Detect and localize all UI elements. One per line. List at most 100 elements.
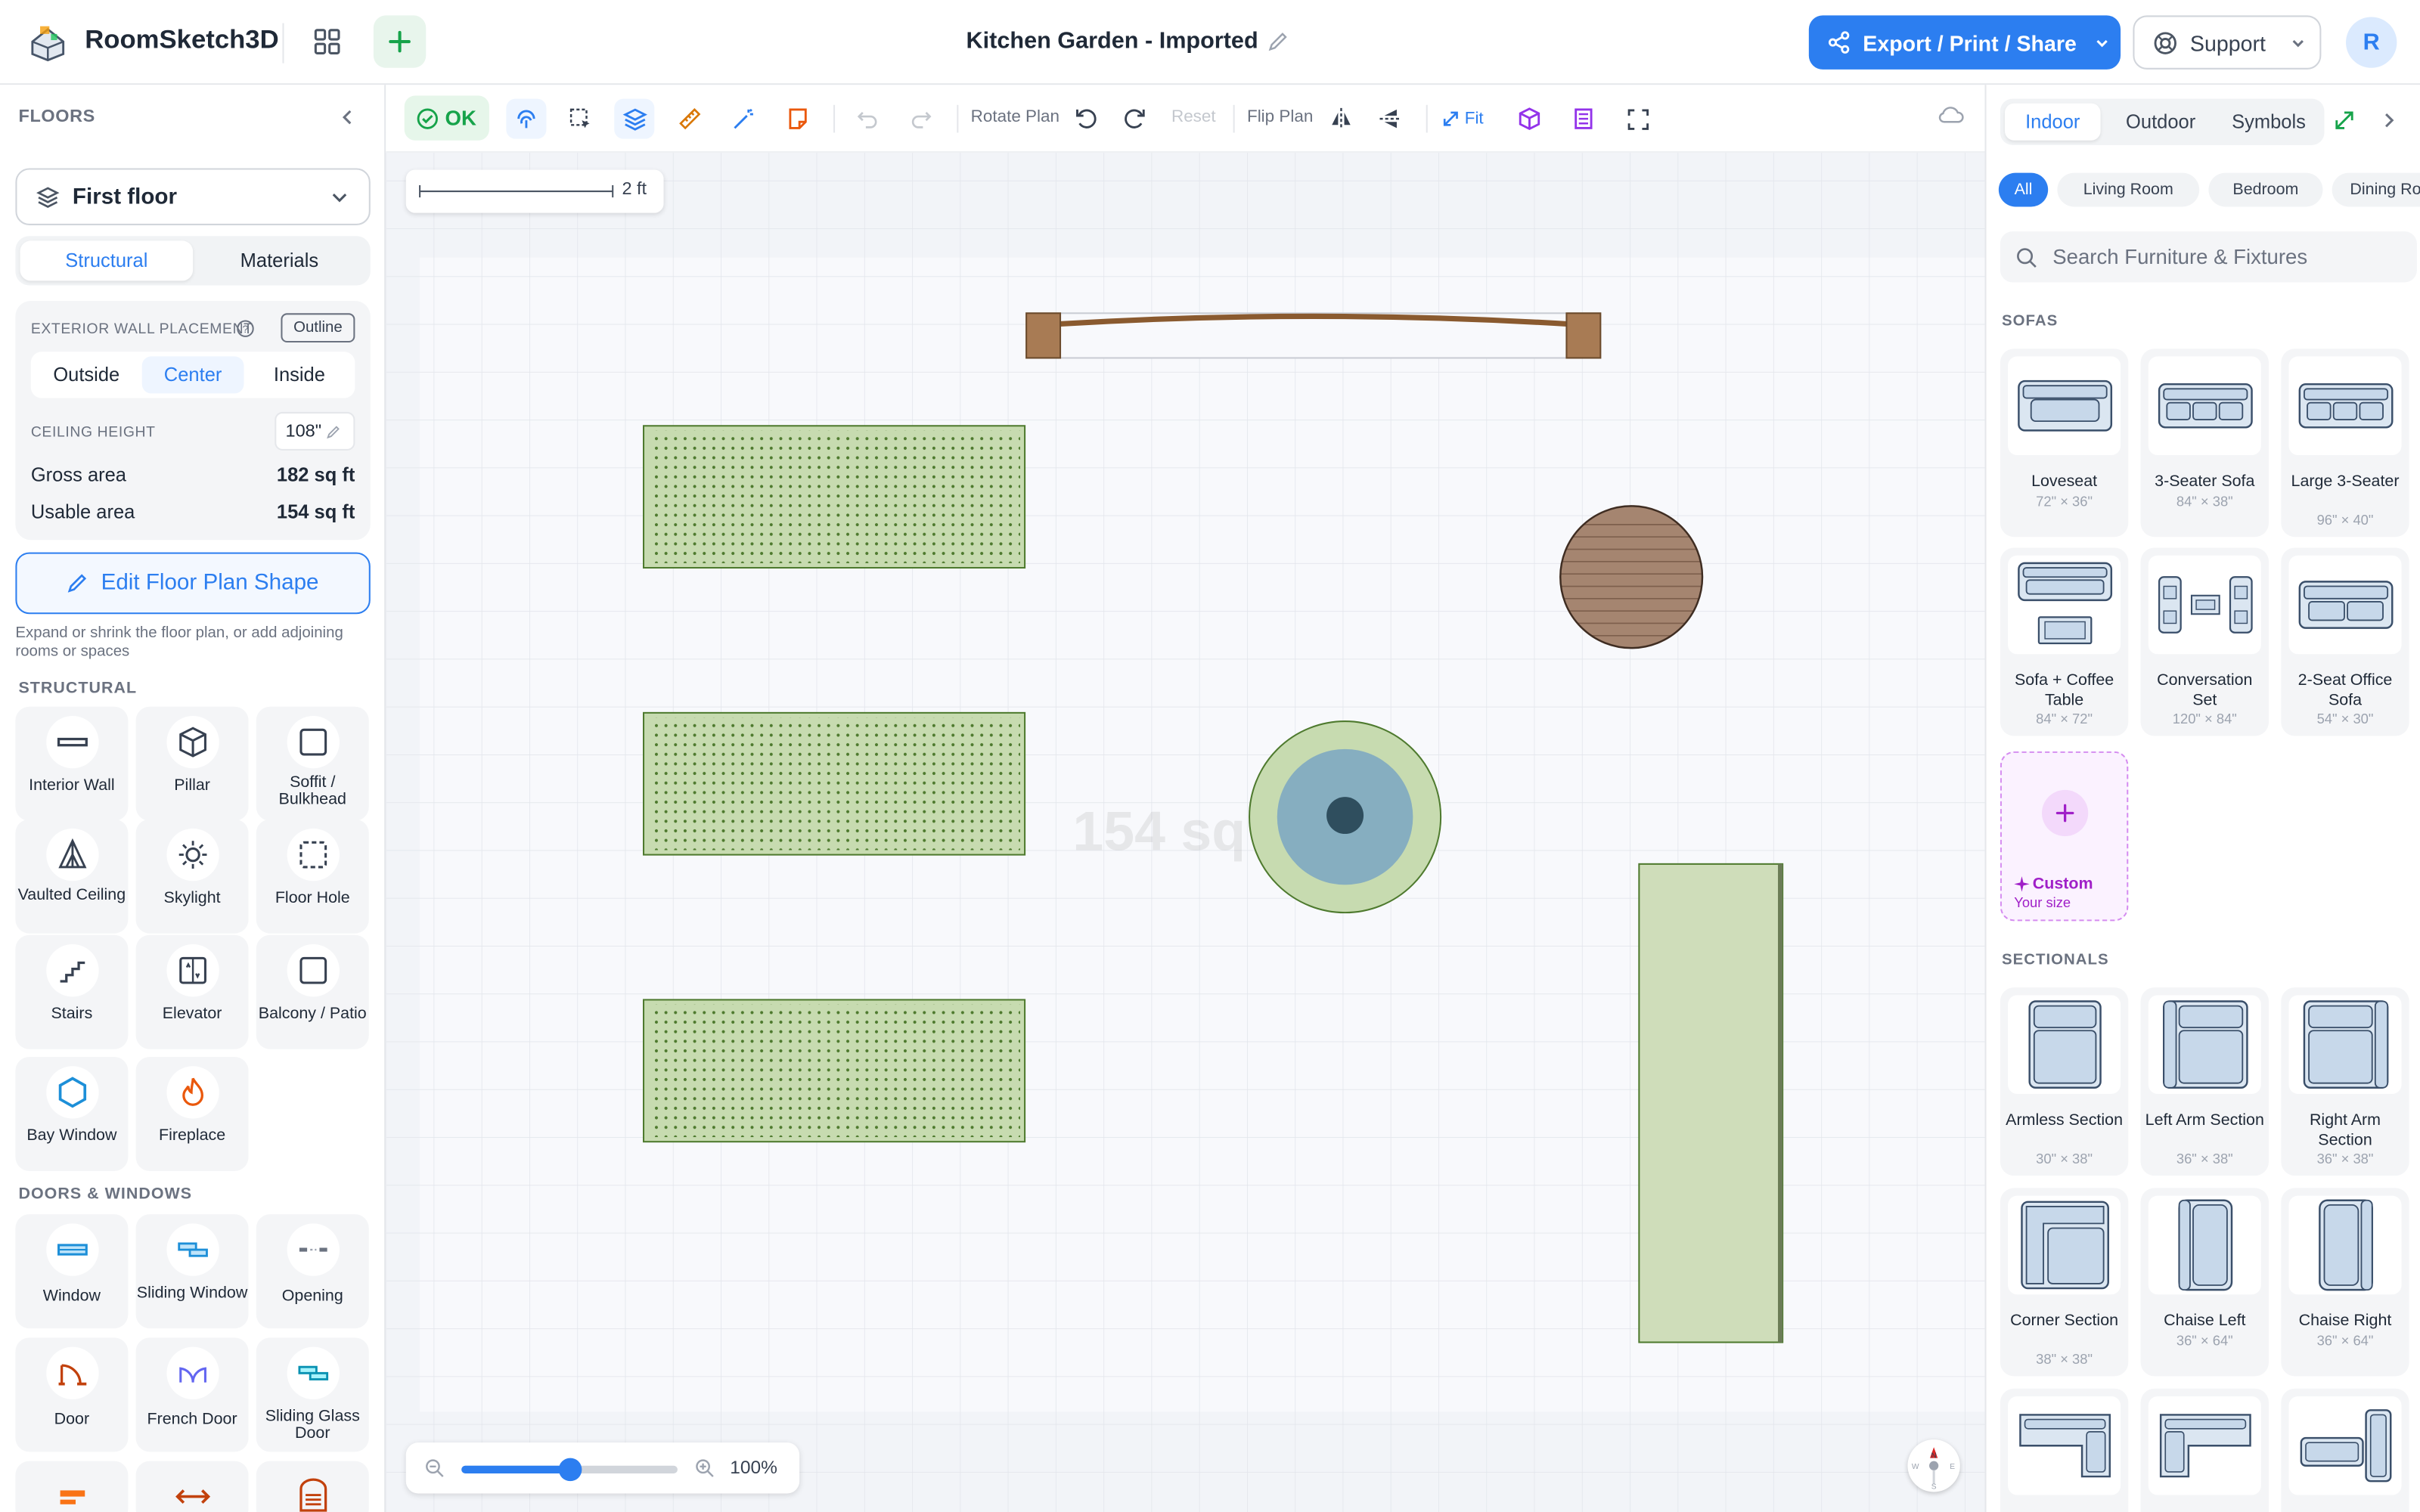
measure-tool[interactable] bbox=[670, 99, 710, 139]
bench-furniture[interactable] bbox=[1025, 308, 1602, 361]
notes-tool[interactable] bbox=[778, 99, 818, 139]
fit-button[interactable]: Fit bbox=[1441, 99, 1509, 139]
pencil-icon[interactable] bbox=[1267, 30, 1289, 52]
tile-pillar[interactable]: Pillar bbox=[135, 706, 249, 821]
tab-structural[interactable]: Structural bbox=[20, 240, 194, 281]
placement-outside[interactable]: Outside bbox=[36, 356, 138, 393]
tile-soffit[interactable]: Soffit / Bulkhead bbox=[256, 706, 369, 821]
furniture-left-arm-section[interactable]: Left Arm Section 36" × 38" bbox=[2140, 987, 2269, 1176]
furniture-sectional-8[interactable] bbox=[2140, 1388, 2269, 1512]
tile-interior-wall[interactable]: Interior Wall bbox=[15, 706, 129, 821]
flip-vertical-button[interactable] bbox=[1370, 99, 1410, 139]
rotate-cw-button[interactable] bbox=[1114, 99, 1154, 139]
svg-text:?: ? bbox=[243, 324, 249, 336]
magic-trace-tool[interactable] bbox=[506, 98, 547, 139]
furniture-chaise-right[interactable]: Chaise Right 36" × 64" bbox=[2281, 1188, 2409, 1377]
furniture-conversation-set[interactable]: Conversation Set 120" × 84" bbox=[2140, 547, 2269, 736]
tab-indoor[interactable]: Indoor bbox=[2005, 103, 2101, 141]
status-ok-chip[interactable]: OK bbox=[404, 95, 489, 141]
tile-window[interactable]: Window bbox=[15, 1214, 129, 1329]
tile-sliding-glass-door[interactable]: Sliding Glass Door bbox=[256, 1337, 369, 1452]
tile-opening[interactable]: Opening bbox=[256, 1214, 369, 1329]
chevron-left-icon[interactable] bbox=[337, 107, 358, 129]
furniture-right-arm-section[interactable]: Right Arm Section 36" × 38" bbox=[2281, 987, 2409, 1176]
3d-view-button[interactable] bbox=[1509, 99, 1550, 139]
chevron-right-icon[interactable] bbox=[2378, 110, 2400, 132]
tile-sliding-window[interactable]: Sliding Window bbox=[135, 1214, 249, 1329]
tab-outdoor[interactable]: Outdoor bbox=[2111, 104, 2211, 141]
furniture-loveseat[interactable]: Loveseat 72" × 36" bbox=[2000, 349, 2129, 538]
dashboard-button[interactable] bbox=[301, 15, 353, 67]
furniture-2-seat-office-sofa[interactable]: 2-Seat Office Sofa 54" × 30" bbox=[2281, 547, 2409, 736]
export-print-share-button[interactable]: Export / Print / Share bbox=[1808, 15, 2121, 70]
flip-horizontal-button[interactable] bbox=[1321, 99, 1361, 139]
tile-vaulted-ceiling[interactable]: Vaulted Ceiling bbox=[15, 819, 129, 934]
layers-tool[interactable] bbox=[614, 98, 655, 139]
new-project-button[interactable] bbox=[373, 15, 427, 68]
garden-bed-1[interactable] bbox=[642, 424, 1028, 571]
garden-bed-3[interactable] bbox=[642, 998, 1028, 1145]
tile-stairs[interactable]: Stairs bbox=[15, 934, 129, 1049]
support-button[interactable]: Support bbox=[2133, 15, 2322, 70]
garden-bed-2[interactable] bbox=[642, 711, 1028, 858]
furniture-3-seater-sofa[interactable]: 3-Seater Sofa 84" × 38" bbox=[2140, 349, 2269, 538]
help-icon[interactable]: ? bbox=[236, 319, 254, 337]
cloud-sync-icon[interactable] bbox=[1937, 104, 1965, 125]
tile-more-3[interactable] bbox=[256, 1461, 369, 1512]
furniture-search[interactable] bbox=[2000, 231, 2417, 283]
tile-more-2[interactable] bbox=[135, 1461, 249, 1512]
category-all[interactable]: All bbox=[1998, 172, 2049, 207]
category-bedroom[interactable]: Bedroom bbox=[2208, 172, 2323, 207]
compass-icon[interactable]: N W E S bbox=[1907, 1439, 1960, 1492]
ceiling-height-input[interactable]: 108" bbox=[275, 411, 355, 451]
tile-french-door[interactable]: French Door bbox=[135, 1337, 249, 1452]
tab-materials[interactable]: Materials bbox=[193, 240, 366, 280]
furniture-sectional-7[interactable] bbox=[2000, 1388, 2129, 1512]
undo-button[interactable] bbox=[847, 99, 887, 139]
zoom-slider-thumb[interactable] bbox=[557, 1458, 582, 1482]
user-avatar[interactable]: R bbox=[2346, 17, 2397, 68]
tile-fireplace[interactable]: Fireplace bbox=[135, 1056, 249, 1171]
building-view-button[interactable] bbox=[1563, 99, 1603, 139]
rotate-ccw-button[interactable] bbox=[1066, 99, 1106, 139]
redo-button[interactable] bbox=[901, 99, 942, 139]
category-dining-room[interactable]: Dining Room bbox=[2332, 172, 2420, 207]
category-living-room[interactable]: Living Room bbox=[2057, 172, 2200, 207]
floor-select[interactable]: First floor bbox=[15, 168, 371, 225]
furniture-chaise-left[interactable]: Chaise Left 36" × 64" bbox=[2140, 1188, 2269, 1377]
select-tool[interactable] bbox=[560, 99, 600, 139]
placement-inside[interactable]: Inside bbox=[249, 356, 351, 393]
tile-balcony[interactable]: Balcony / Patio bbox=[256, 934, 369, 1049]
zoom-in-icon[interactable] bbox=[694, 1458, 715, 1479]
floor-plan-canvas[interactable]: 154 sq OK Rotate Plan Reset Flip Plan Fi… bbox=[386, 85, 1985, 1512]
furniture-sofa-coffee-table[interactable]: Sofa + Coffee Table 84" × 72" bbox=[2000, 547, 2129, 736]
furniture-sectional-9[interactable] bbox=[2281, 1388, 2409, 1512]
fountain[interactable] bbox=[1247, 719, 1443, 915]
auto-tool[interactable] bbox=[724, 99, 764, 139]
chevron-down-icon bbox=[2292, 39, 2304, 47]
round-table[interactable] bbox=[1557, 503, 1705, 651]
search-input[interactable] bbox=[2052, 245, 2393, 269]
reset-button[interactable]: Reset bbox=[1171, 108, 1216, 126]
tile-skylight[interactable]: Skylight bbox=[135, 819, 249, 934]
furniture-armless-section[interactable]: Armless Section 30" × 38" bbox=[2000, 987, 2129, 1176]
tile-door[interactable]: Door bbox=[15, 1337, 129, 1452]
document-title[interactable]: Kitchen Garden - Imported bbox=[966, 28, 1289, 54]
outline-toggle[interactable]: Outline bbox=[281, 313, 355, 343]
zoom-out-icon[interactable] bbox=[424, 1458, 445, 1479]
tile-floor-hole[interactable]: Floor Hole bbox=[256, 819, 369, 934]
placement-center[interactable]: Center bbox=[141, 356, 244, 394]
zoom-slider[interactable] bbox=[461, 1458, 678, 1482]
fullscreen-button[interactable] bbox=[1618, 99, 1658, 139]
tile-bay-window[interactable]: Bay Window bbox=[15, 1056, 129, 1171]
expand-panel-icon[interactable] bbox=[2334, 110, 2356, 132]
tile-more-1[interactable] bbox=[15, 1461, 129, 1512]
tab-symbols[interactable]: Symbols bbox=[2220, 104, 2319, 141]
furniture-corner-section[interactable]: Corner Section 38" × 38" bbox=[2000, 1188, 2129, 1377]
edit-floor-plan-button[interactable]: Edit Floor Plan Shape bbox=[15, 552, 371, 615]
gross-area-value: 182 sq ft bbox=[276, 464, 355, 486]
custom-furniture-button[interactable]: Custom Your size bbox=[2000, 751, 2129, 922]
furniture-large-3-seater[interactable]: Large 3-Seater 96" × 40" bbox=[2281, 349, 2409, 538]
tile-elevator[interactable]: Elevator bbox=[135, 934, 249, 1049]
long-planter[interactable] bbox=[1637, 863, 1786, 1346]
